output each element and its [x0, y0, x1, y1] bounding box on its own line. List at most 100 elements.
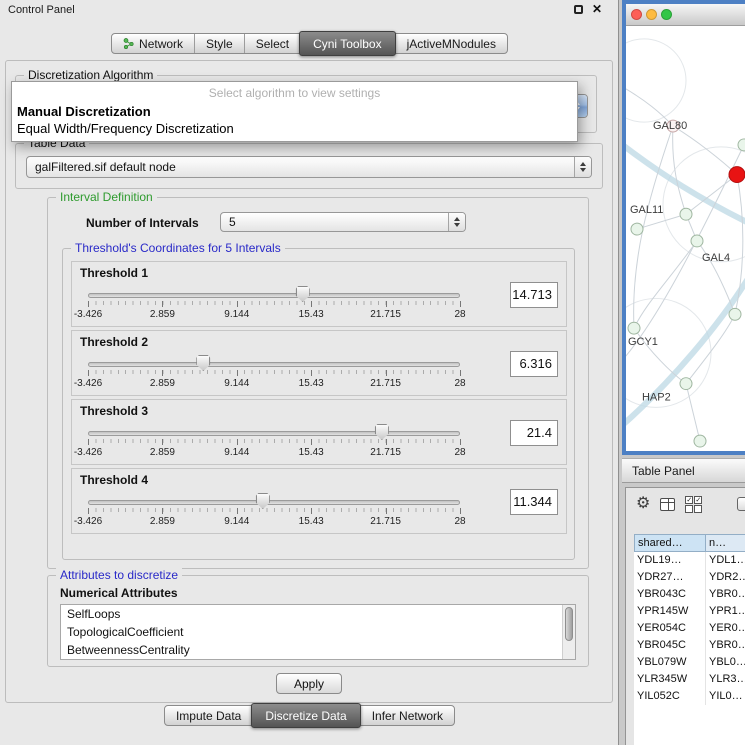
- network-node[interactable]: [729, 308, 741, 320]
- network-node[interactable]: [680, 378, 692, 390]
- table-cell: YLR345W: [634, 671, 706, 688]
- threshold-4-value-field[interactable]: 11.344: [510, 489, 558, 515]
- gear-icon[interactable]: ⚙: [636, 496, 650, 512]
- network-node[interactable]: [680, 208, 692, 220]
- table-row[interactable]: YER054CYER0…: [634, 620, 745, 637]
- table-data-group: Table Data galFiltered.sif default node: [15, 143, 603, 189]
- column-layout-icon[interactable]: [660, 498, 675, 511]
- threshold-1-slider[interactable]: -3.426 2.859 9.144 15.43 21.715 28: [88, 286, 460, 324]
- table-panel-titlebar: Table Panel: [622, 458, 745, 483]
- mac-zoom-button[interactable]: [661, 9, 672, 20]
- window-buttons: ✕: [574, 4, 602, 14]
- network-node[interactable]: [691, 235, 703, 247]
- threshold-3-slider-thumb[interactable]: [375, 424, 389, 440]
- attributes-to-discretize-group: Attributes to discretize Numerical Attri…: [47, 575, 589, 667]
- tab-discretize-data[interactable]: Discretize Data: [251, 703, 360, 728]
- dropdown-option-manual-discretization[interactable]: Manual Discretization: [12, 103, 577, 120]
- tab-cyni-toolbox-label: Cyni Toolbox: [313, 37, 381, 51]
- tab-network[interactable]: Network: [112, 34, 194, 53]
- scrollbar-thumb[interactable]: [565, 607, 573, 641]
- apply-button[interactable]: Apply: [276, 673, 342, 694]
- slider-track[interactable]: [88, 500, 460, 505]
- table-data-combobox[interactable]: galFiltered.sif default node: [26, 156, 592, 178]
- slider-scale-label: 15.43: [299, 378, 324, 389]
- tab-cyni-toolbox[interactable]: Cyni Toolbox: [299, 31, 395, 56]
- table-row[interactable]: YLR345WYLR3…: [634, 671, 745, 688]
- tab-style-label: Style: [206, 37, 233, 51]
- threshold-4-slider-thumb[interactable]: [256, 493, 270, 509]
- slider-track[interactable]: [88, 293, 460, 298]
- network-node[interactable]: [631, 223, 643, 235]
- column-header-shared-name[interactable]: shared…: [634, 534, 706, 552]
- threshold-3-value-field[interactable]: 21.4: [510, 420, 558, 446]
- mac-close-button[interactable]: [631, 9, 642, 20]
- network-canvas[interactable]: GAL80 GAL11 GAL4 GCY1 HAP2: [626, 26, 745, 451]
- slider-track[interactable]: [88, 362, 460, 367]
- interval-definition-group-label: Interval Definition: [56, 190, 157, 204]
- slider-scale-label: 15.43: [299, 309, 324, 320]
- threshold-4-label: Threshold 4: [80, 473, 148, 487]
- network-node[interactable]: [628, 322, 640, 334]
- network-node-selected[interactable]: [729, 167, 745, 183]
- node-label-gal4: GAL4: [702, 252, 730, 264]
- threshold-1-label: Threshold 1: [80, 266, 148, 280]
- threshold-4-slider[interactable]: -3.426 2.859 9.144 15.43 21.715 28: [88, 493, 460, 531]
- slider-scale-label: 21.715: [370, 309, 401, 320]
- table-row[interactable]: YDR27…YDR2…: [634, 569, 745, 586]
- list-scrollbar[interactable]: [562, 605, 575, 659]
- tab-select[interactable]: Select: [244, 34, 300, 53]
- tab-jactivemnodules[interactable]: jActiveMNodules: [395, 34, 507, 53]
- threshold-2-slider[interactable]: -3.426 2.859 9.144 15.43 21.715 28: [88, 355, 460, 393]
- threshold-2-slider-thumb[interactable]: [196, 355, 210, 371]
- column-header-name[interactable]: n…: [706, 534, 745, 552]
- slider-scale-label: 2.859: [150, 447, 175, 458]
- slider-track[interactable]: [88, 431, 460, 436]
- network-node[interactable]: [738, 139, 745, 151]
- network-node[interactable]: [694, 435, 706, 447]
- list-item-topologicalcoefficient[interactable]: TopologicalCoefficient: [61, 623, 575, 641]
- mac-minimize-button[interactable]: [646, 9, 657, 20]
- table-row[interactable]: YBR043CYBR0…: [634, 586, 745, 603]
- table-row[interactable]: YIL052CYIL0…: [634, 688, 745, 705]
- node-label-gal11: GAL11: [630, 204, 663, 216]
- list-item-betweennesscentrality[interactable]: BetweennessCentrality: [61, 641, 575, 659]
- tab-infer-network[interactable]: Infer Network: [360, 706, 454, 725]
- dropdown-placeholder-option[interactable]: Select algorithm to view settings: [12, 82, 577, 103]
- threshold-1-slider-thumb[interactable]: [296, 286, 310, 302]
- slider-tick: [162, 370, 163, 376]
- slider-scale-label: 28: [454, 309, 465, 320]
- table-row[interactable]: YDL19…YDL1…: [634, 552, 745, 569]
- discretization-algorithm-group-label: Discretization Algorithm: [24, 68, 157, 82]
- tab-discretize-data-label: Discretize Data: [265, 709, 346, 723]
- table-row[interactable]: YBR045CYBR0…: [634, 637, 745, 654]
- slider-scale-label: -3.426: [74, 447, 102, 458]
- threshold-3-slider[interactable]: -3.426 2.859 9.144 15.43 21.715 28: [88, 424, 460, 462]
- toolbar-button-partial[interactable]: [737, 497, 745, 511]
- number-of-intervals-combobox[interactable]: 5: [220, 212, 466, 232]
- select-columns-icon[interactable]: ✓ ✓: [685, 496, 702, 513]
- table-cell: YBR0…: [706, 637, 745, 654]
- float-window-icon[interactable]: [574, 5, 583, 14]
- dropdown-option-equal-width-frequency[interactable]: Equal Width/Frequency Discretization: [12, 120, 577, 137]
- threshold-2-value-field[interactable]: 6.316: [510, 351, 558, 377]
- slider-tick: [460, 370, 461, 376]
- table-cell: YIL0…: [706, 688, 745, 705]
- tab-impute-data[interactable]: Impute Data: [165, 706, 252, 725]
- slider-minor-ticks: [88, 370, 460, 374]
- list-item-selfloops[interactable]: SelfLoops: [61, 605, 575, 623]
- table-panel-title: Table Panel: [632, 464, 695, 478]
- table-cell: YDL19…: [634, 552, 706, 569]
- tab-style[interactable]: Style: [194, 34, 244, 53]
- slider-tick: [237, 439, 238, 445]
- slider-scale-label: 9.144: [224, 447, 249, 458]
- slider-scale-label: 28: [454, 447, 465, 458]
- number-of-intervals-value: 5: [221, 215, 448, 229]
- table-row[interactable]: YPR145WYPR1…: [634, 603, 745, 620]
- threshold-1-value-field[interactable]: 14.713: [510, 282, 558, 308]
- tab-network-label: Network: [139, 37, 183, 51]
- table-row[interactable]: YBL079WYBL0…: [634, 654, 745, 671]
- threshold-4-panel: Threshold 4 -3.426 2.859 9.144 15.43 21.…: [71, 468, 567, 534]
- threshold-3-panel: Threshold 3 -3.426 2.859 9.144 15.43 21.…: [71, 399, 567, 465]
- slider-tick: [88, 508, 89, 514]
- close-window-icon[interactable]: ✕: [592, 4, 602, 14]
